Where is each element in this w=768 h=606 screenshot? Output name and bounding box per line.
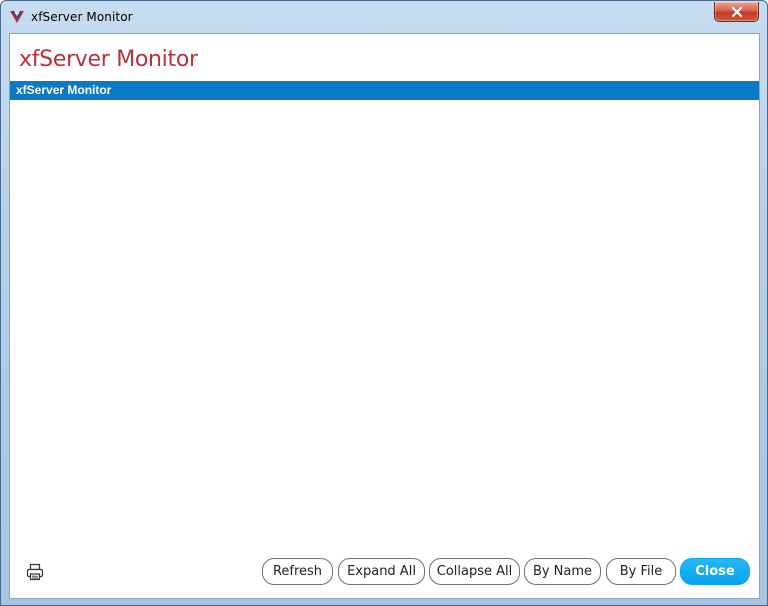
xfserver-app-icon [10,10,24,23]
close-icon [731,6,742,17]
by-name-button[interactable]: By Name [524,558,601,585]
tree-item-xfserver-monitor[interactable]: xfServer Monitor [10,81,759,100]
refresh-button[interactable]: Refresh [262,558,333,585]
printer-icon[interactable] [26,563,44,581]
title-bar[interactable]: xfServer Monitor [1,1,767,33]
dialog-heading: xfServer Monitor [19,47,198,72]
window: xfServer Monitor xfServer Monitor xfServ… [0,0,768,606]
window-title: xfServer Monitor [31,10,133,24]
close-button[interactable]: Close [680,558,750,585]
monitor-tree[interactable]: xfServer Monitor [10,81,759,551]
expand-all-button[interactable]: Expand All [338,558,425,585]
window-close-button[interactable] [714,2,759,22]
by-file-button[interactable]: By File [606,558,676,585]
collapse-all-button[interactable]: Collapse All [429,558,520,585]
dialog-body: xfServer Monitor xfServer Monitor Refres… [9,33,760,599]
